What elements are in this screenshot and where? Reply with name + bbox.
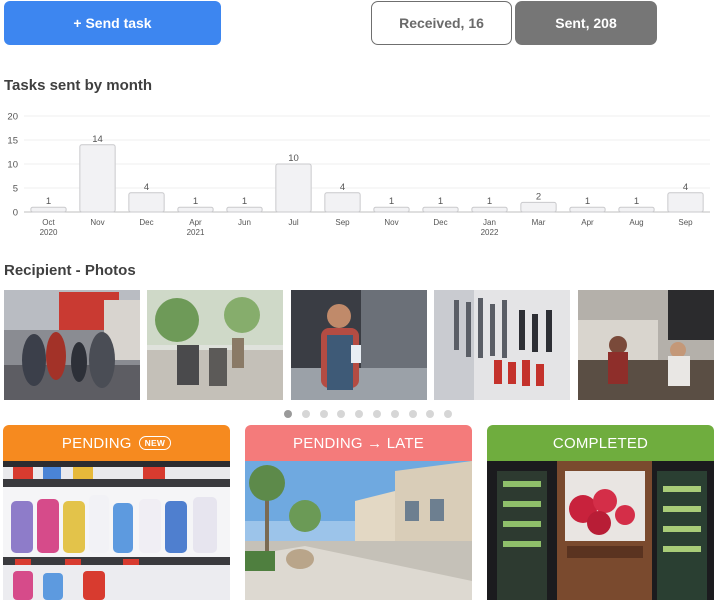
photo-carousel[interactable] [4,290,718,400]
bar [471,206,508,213]
pending-late-card[interactable]: PENDING → LATE [245,425,472,600]
data-label: 4 [683,182,688,193]
x-tick-label: Apr [581,218,594,227]
carousel-dot[interactable] [373,410,381,418]
bar [275,163,312,213]
bar [569,206,606,213]
data-label: 10 [288,153,299,164]
carousel-dot[interactable] [426,410,435,418]
data-label: 1 [389,196,394,207]
carousel-dot[interactable] [444,410,453,418]
received-tab[interactable]: Received, 16 [371,1,512,45]
chart-title: Tasks sent by month [4,77,153,94]
pending-card-photo [3,461,230,600]
bar [422,206,459,213]
photos-title: Recipient - Photos [4,262,136,279]
new-badge: NEW [138,436,172,450]
bar [79,144,116,213]
bar [618,206,655,213]
bar [30,206,67,213]
carousel-dot[interactable] [301,410,310,418]
data-label: 4 [144,182,149,193]
carousel-dot[interactable] [390,410,399,418]
data-label: 2 [536,191,541,202]
x-tick-label: 2021 [187,228,205,237]
data-label: 1 [585,196,590,207]
carousel-dot[interactable] [408,410,417,418]
cafe-counter-photo[interactable] [147,290,283,400]
pending-late-card-photo [245,461,472,600]
completed-label: COMPLETED [552,434,649,452]
store-entrance-photo[interactable] [4,290,140,400]
tasks-by-month-chart: 051015201Oct202014Nov4Dec1Apr20211Jun10J… [7,112,710,237]
x-tick-label: 2022 [481,228,499,237]
x-tick-label: Jul [288,218,298,227]
pending-card[interactable]: PENDING NEW [3,425,230,600]
x-tick-label: Nov [90,218,104,227]
x-tick-label: Mar [532,218,546,227]
x-tick-label: Dec [139,218,153,227]
y-tick-label: 10 [7,160,18,171]
send-task-button[interactable]: + Send task [4,1,221,45]
kitchen-staff-photo[interactable] [291,290,427,400]
data-label: 14 [92,134,103,145]
bar [520,201,557,213]
data-label: 1 [193,196,198,207]
x-tick-label: Sep [335,218,350,227]
x-tick-label: Aug [629,218,643,227]
carousel-dot[interactable] [355,410,364,418]
carousel-dot[interactable] [337,410,346,418]
data-label: 1 [242,196,247,207]
coffee-shop-photo[interactable] [578,290,714,400]
pending-late-label: PENDING → LATE [293,434,424,452]
carousel-dot[interactable] [284,410,292,418]
y-tick-label: 5 [13,184,18,195]
bar [324,192,361,213]
bar [226,206,263,213]
x-tick-label: Oct [42,218,55,227]
data-label: 4 [340,182,345,193]
bar [373,206,410,213]
x-tick-label: Apr [189,218,202,227]
carousel-dot[interactable] [319,410,328,418]
x-tick-label: Jan [483,218,496,227]
bar [667,192,704,213]
sent-tab[interactable]: Sent, 208 [515,1,657,45]
pending-label: PENDING [61,434,132,452]
data-label: 1 [438,196,443,207]
y-tick-label: 15 [7,136,18,147]
pending-card-header: PENDING NEW [3,425,230,461]
data-label: 1 [634,196,639,207]
y-tick-label: 20 [7,112,18,123]
data-label: 1 [46,196,51,207]
pending-late-card-header: PENDING → LATE [245,425,472,461]
x-tick-label: Dec [433,218,447,227]
completed-card-header: COMPLETED [487,425,714,461]
completed-card-photo [487,461,714,600]
y-tick-label: 0 [13,208,18,219]
completed-card[interactable]: COMPLETED [487,425,714,600]
data-label: 1 [487,196,492,207]
bar [128,192,165,213]
bar [177,206,214,213]
x-tick-label: Nov [384,218,398,227]
x-tick-label: 2020 [40,228,58,237]
tool-aisle-photo[interactable] [434,290,570,400]
x-tick-label: Sep [678,218,693,227]
x-tick-label: Jun [238,218,251,227]
